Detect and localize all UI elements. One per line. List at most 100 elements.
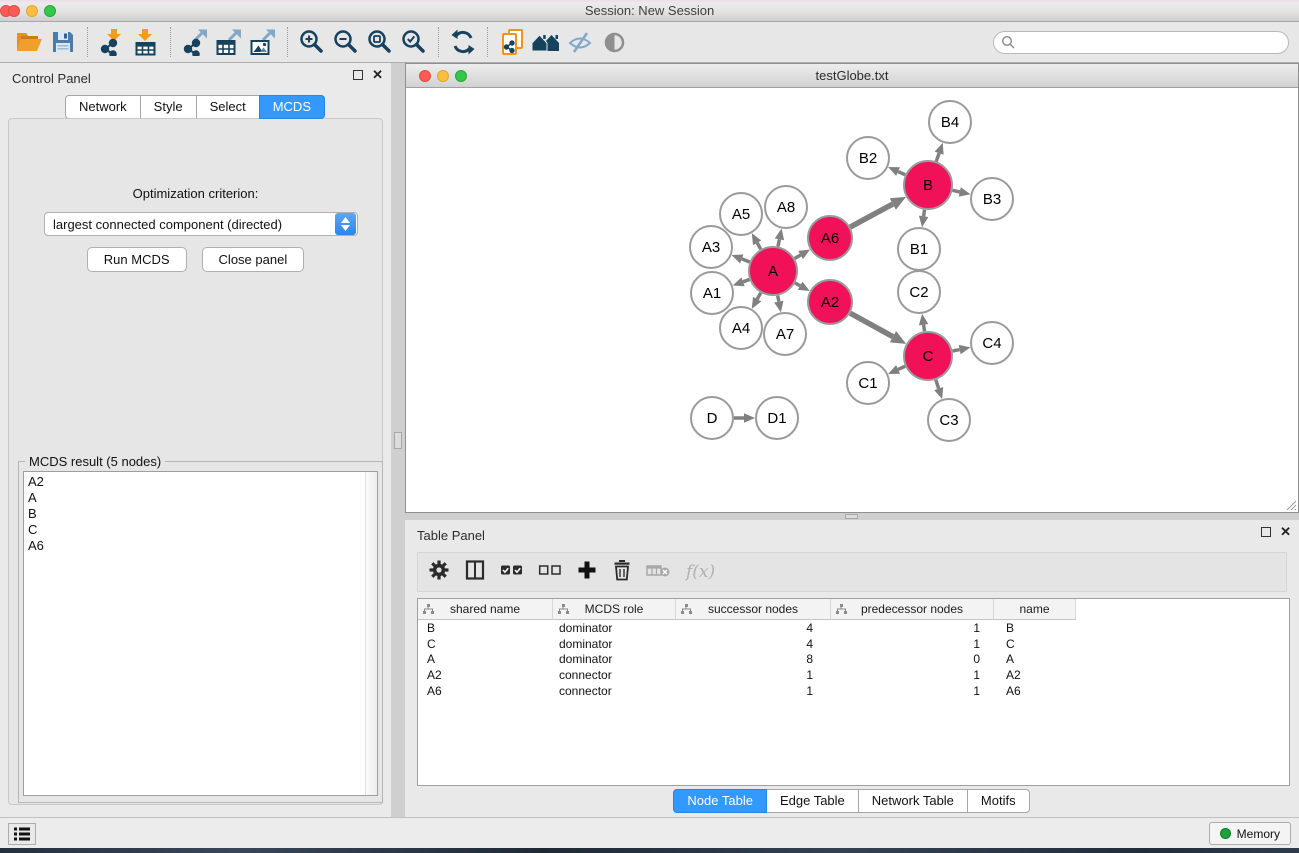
hide-graphics-details-icon[interactable] <box>563 25 597 59</box>
float-panel-icon[interactable] <box>353 70 363 80</box>
export-image-icon[interactable] <box>246 25 280 59</box>
graph-edge-A-A1[interactable] <box>743 279 749 281</box>
graph-node-label-C: C <box>923 348 934 365</box>
graph-node-label-A6: A6 <box>821 230 839 247</box>
close-panel-button[interactable]: Close panel <box>202 247 305 272</box>
column-header-successor-nodes[interactable]: successor nodes <box>676 599 831 620</box>
graph-edge-arrowhead <box>732 254 744 263</box>
settings-gear-icon[interactable] <box>428 559 450 586</box>
task-history-button[interactable] <box>8 823 36 845</box>
result-item[interactable]: A6 <box>28 538 377 554</box>
horizontal-splitter-handle[interactable] <box>845 514 858 519</box>
graph-edge-A-A5[interactable] <box>757 243 761 249</box>
graph-node-label-D1: D1 <box>767 410 786 427</box>
table-row[interactable]: A dominator 8 0 A <box>418 652 1289 668</box>
zoom-selected-icon[interactable] <box>397 25 431 59</box>
graph-edge-C-C4[interactable] <box>952 350 959 351</box>
graph-edge-C-C1[interactable] <box>898 366 905 369</box>
add-column-icon[interactable] <box>576 559 598 586</box>
save-session-icon[interactable] <box>46 25 80 59</box>
column-header-name[interactable]: name <box>994 599 1076 620</box>
graph-edge-A2-C[interactable] <box>850 313 893 337</box>
float-table-panel-icon[interactable] <box>1261 527 1271 537</box>
vertical-splitter-handle[interactable] <box>394 432 402 449</box>
houses-icon[interactable] <box>529 25 563 59</box>
network-graph[interactable]: AA1A2A3A4A5A6A7A8BB1B2B3B4CC1C2C3C4DD1 <box>406 88 1298 512</box>
graph-edge-arrowhead <box>959 345 971 354</box>
result-scrollbar[interactable] <box>365 472 377 795</box>
graph-edge-C-C3[interactable] <box>936 380 939 389</box>
column-header-shared-name[interactable]: shared name <box>418 599 553 620</box>
memory-button[interactable]: Memory <box>1209 822 1291 845</box>
graph-edge-B-B1[interactable] <box>924 210 925 217</box>
network-window-titlebar[interactable]: testGlobe.txt <box>406 64 1298 88</box>
result-item[interactable]: A <box>28 490 377 506</box>
export-network-icon[interactable] <box>178 25 212 59</box>
tab-style[interactable]: Style <box>140 95 197 119</box>
result-item[interactable]: C <box>28 522 377 538</box>
graph-edge-A-A3[interactable] <box>742 259 750 262</box>
graph-edge-B-B3[interactable] <box>952 190 959 192</box>
open-session-icon[interactable] <box>12 25 46 59</box>
graph-edge-A6-B[interactable] <box>850 204 893 227</box>
control-panel-tabs: Network Style Select MCDS <box>0 95 391 119</box>
result-item[interactable]: B <box>28 506 377 522</box>
eye-icon[interactable] <box>597 25 631 59</box>
delete-column-icon[interactable] <box>612 559 632 586</box>
tab-edge-table[interactable]: Edge Table <box>766 789 859 813</box>
mcds-result-list[interactable]: A2 A B C A6 <box>23 471 378 796</box>
zoom-fit-icon[interactable] <box>363 25 397 59</box>
tab-network-table[interactable]: Network Table <box>858 789 968 813</box>
graph-edge-B-B2[interactable] <box>898 172 905 175</box>
table-panel-header: Table Panel ✕ <box>405 520 1299 550</box>
tab-mcds[interactable]: MCDS <box>259 95 325 119</box>
graph-edge-A-A7[interactable] <box>778 296 779 302</box>
table-toolbar: f(x) <box>417 552 1287 592</box>
column-header-mcds-role[interactable]: MCDS role <box>553 599 676 620</box>
graph-node-label-A2: A2 <box>821 294 839 311</box>
result-item[interactable]: A2 <box>28 474 377 490</box>
run-mcds-button[interactable]: Run MCDS <box>87 247 187 272</box>
zoom-in-icon[interactable] <box>295 25 329 59</box>
graph-edge-C-C2[interactable] <box>924 325 925 332</box>
column-header-predecessor-nodes[interactable]: predecessor nodes <box>831 599 994 620</box>
table-row[interactable]: A6 connector 1 1 A6 <box>418 683 1289 699</box>
select-all-icon[interactable] <box>500 559 524 586</box>
graph-node-label-B: B <box>923 177 933 194</box>
graph-edge-A-A4[interactable] <box>757 293 761 299</box>
graph-edge-A-A8[interactable] <box>778 239 779 246</box>
tab-motifs[interactable]: Motifs <box>967 789 1030 813</box>
graph-node-label-B1: B1 <box>910 241 928 258</box>
graph-node-label-A5: A5 <box>732 206 750 223</box>
resize-grip-icon[interactable] <box>1284 498 1297 511</box>
search-input[interactable] <box>993 31 1289 54</box>
table-row[interactable]: A2 connector 1 1 A2 <box>418 667 1289 683</box>
import-table-icon[interactable] <box>129 25 163 59</box>
graph-edge-A-A6[interactable] <box>795 255 801 258</box>
status-bar: Memory <box>0 817 1299 848</box>
deselect-all-icon[interactable] <box>538 559 562 586</box>
graph-edge-arrowhead <box>934 387 943 399</box>
table-row[interactable]: C dominator 4 1 C <box>418 636 1289 652</box>
graph-node-label-C3: C3 <box>939 412 958 429</box>
close-table-panel-icon[interactable]: ✕ <box>1280 527 1291 537</box>
toolbar-separator <box>438 27 439 57</box>
tab-network[interactable]: Network <box>65 95 141 119</box>
close-panel-icon[interactable]: ✕ <box>372 70 383 80</box>
function-builder-icon[interactable]: f(x) <box>686 562 715 582</box>
refresh-icon[interactable] <box>446 25 480 59</box>
tab-select[interactable]: Select <box>196 95 260 119</box>
show-columns-icon[interactable] <box>464 559 486 586</box>
criterion-dropdown[interactable]: largest connected component (directed) <box>44 212 358 236</box>
new-network-from-selection-icon[interactable] <box>495 25 529 59</box>
zoom-out-icon[interactable] <box>329 25 363 59</box>
import-network-icon[interactable] <box>95 25 129 59</box>
tab-node-table[interactable]: Node Table <box>673 789 767 813</box>
control-panel-title: Control Panel <box>12 71 91 86</box>
table-row[interactable]: B dominator 4 1 B <box>418 620 1289 636</box>
export-table-icon[interactable] <box>212 25 246 59</box>
graph-edge-B-B4[interactable] <box>936 153 939 161</box>
mcds-panel-body: Optimization criterion: largest connecte… <box>8 118 383 805</box>
graph-edge-A-A2[interactable] <box>795 283 800 286</box>
delete-table-icon[interactable] <box>646 559 672 586</box>
